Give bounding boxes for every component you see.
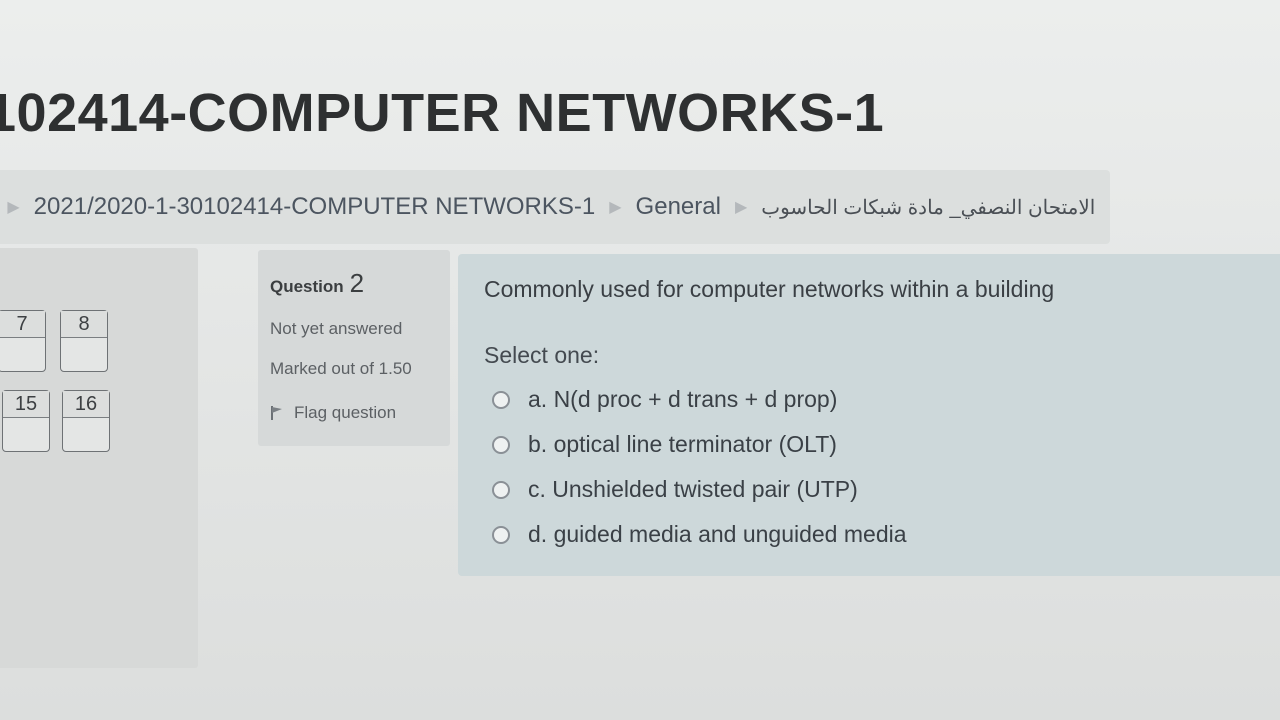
question-content: Commonly used for computer networks with… [458,254,1280,576]
radio-button[interactable] [492,390,510,409]
quiz-navigation: 7 8 15 16 [0,248,198,668]
question-label: Question [270,277,344,296]
flag-question-label: Flag question [294,403,397,422]
quiz-nav-button-16[interactable]: 16 [62,390,110,452]
answer-option-a[interactable]: a. N(d proc + d trans + d prop) [492,386,837,413]
quiz-nav-number: 7 [0,311,45,338]
answer-option-c[interactable]: c. Unshielded twisted pair (UTP) [492,476,858,503]
flag-icon [271,406,282,420]
flag-question-link[interactable]: Flag question [270,403,438,423]
answer-option-b[interactable]: b. optical line terminator (OLT) [492,431,837,458]
question-marks: Marked out of 1.50 [270,359,412,378]
quiz-nav-button-8[interactable]: 8 [60,310,108,372]
select-prompt: Select one: [484,342,600,368]
answer-label: c. Unshielded twisted pair (UTP) [528,476,858,502]
question-number: 2 [349,268,365,298]
quiz-page: 102414-COMPUTER NETWORKS-1 0 ▶ 2021/2020… [0,0,1280,720]
course-title: 102414-COMPUTER NETWORKS-1 [0,83,885,143]
quiz-nav-number: 8 [61,311,107,338]
breadcrumb-item-course[interactable]: 2021/2020-1-30102414-COMPUTER NETWORKS-1 [34,193,596,221]
breadcrumb: 0 ▶ 2021/2020-1-30102414-COMPUTER NETWOR… [0,170,1110,244]
question-status: Not yet answered [270,319,403,338]
question-text: Commonly used for computer networks with… [484,276,1055,302]
answer-option-d[interactable]: d. guided media and unguided media [492,521,907,548]
breadcrumb-separator-icon: ▶ [609,199,622,216]
question-heading: Question 2 [270,268,438,299]
radio-button[interactable] [492,525,510,544]
quiz-nav-number: 16 [63,391,109,418]
answer-label: a. N(d proc + d trans + d prop) [528,386,838,412]
quiz-nav-button-15[interactable]: 15 [2,390,50,452]
breadcrumb-item-quiz[interactable]: الامتحان النصفي_ مادة شبكات الحاسوب [761,195,1095,220]
breadcrumb-item-section[interactable]: General [636,193,721,221]
breadcrumb-separator-icon: ▶ [7,199,20,216]
quiz-nav-number: 15 [3,391,49,418]
radio-button[interactable] [492,480,510,499]
question-info: Question 2 Not yet answered Marked out of… [258,250,450,446]
quiz-nav-button-7[interactable]: 7 [0,310,46,372]
breadcrumb-separator-icon: ▶ [734,199,748,216]
answer-label: d. guided media and unguided media [528,521,907,547]
answer-label: b. optical line terminator (OLT) [528,431,837,457]
radio-button[interactable] [492,435,510,454]
